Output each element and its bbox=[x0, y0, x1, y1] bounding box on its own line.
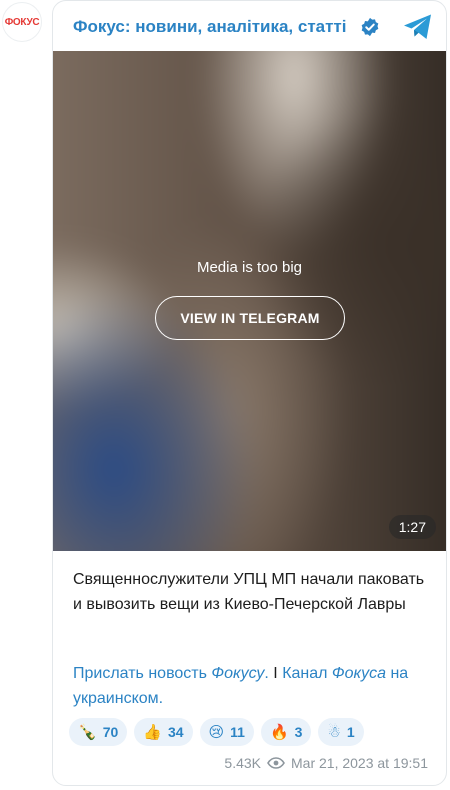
verified-badge-icon bbox=[361, 17, 379, 37]
video-duration-badge: 1:27 bbox=[388, 515, 436, 539]
link-separator: І bbox=[268, 665, 283, 682]
reaction-count: 1 bbox=[346, 724, 355, 740]
telegram-logo-icon[interactable] bbox=[403, 13, 433, 41]
post-footer: 5.43K Mar 21, 2023 at 19:51 bbox=[224, 755, 428, 771]
eye-icon bbox=[267, 757, 285, 769]
video-media[interactable]: Media is too big VIEW IN TELEGRAM 1:27 bbox=[53, 51, 446, 551]
reaction-count: 11 bbox=[230, 724, 245, 740]
post-header: Фокус: новини, аналітика, статті bbox=[53, 1, 446, 51]
reaction-count: 34 bbox=[167, 724, 184, 740]
send-news-link[interactable]: Прислать новость Фокусу bbox=[73, 665, 264, 682]
thumbs-up-emoji-icon: 👍 bbox=[143, 724, 162, 741]
reaction-fire[interactable]: 🔥 3 bbox=[260, 718, 312, 746]
post-date-link[interactable]: Mar 21, 2023 at 19:51 bbox=[291, 755, 428, 771]
reaction-thumbs-up[interactable]: 👍 34 bbox=[134, 718, 193, 746]
channel-avatar[interactable]: ФОКУС bbox=[2, 2, 42, 42]
snowman-emoji-icon: ☃ bbox=[327, 724, 341, 741]
post-card: Фокус: новини, аналітика, статті Media i… bbox=[52, 0, 447, 786]
post-links: Прислать новость Фокусу. І Канал Фокуса … bbox=[73, 665, 409, 707]
channel-title-link[interactable]: Фокус: новини, аналітика, статті bbox=[73, 17, 347, 37]
reaction-snowman[interactable]: ☃ 1 bbox=[318, 718, 364, 746]
reaction-champagne[interactable]: 🍾 70 bbox=[69, 718, 128, 746]
crying-face-emoji-icon: 😢 bbox=[208, 724, 225, 741]
reaction-crying[interactable]: 😢 11 bbox=[199, 718, 254, 746]
media-too-big-message: Media is too big bbox=[196, 259, 303, 276]
post-text: Священнослужители УПЦ МП начали паковать… bbox=[73, 571, 425, 613]
champagne-emoji-icon: 🍾 bbox=[78, 724, 97, 741]
reaction-count: 70 bbox=[102, 724, 119, 740]
view-count: 5.43K bbox=[224, 755, 261, 771]
reaction-count: 3 bbox=[294, 724, 303, 740]
fire-emoji-icon: 🔥 bbox=[269, 724, 289, 741]
reactions-bar: 🍾 70 👍 34 😢 11 🔥 3 ☃ 1 bbox=[69, 718, 364, 746]
view-in-telegram-button[interactable]: VIEW IN TELEGRAM bbox=[155, 296, 345, 340]
avatar-logo-text: ФОКУС bbox=[4, 16, 40, 28]
